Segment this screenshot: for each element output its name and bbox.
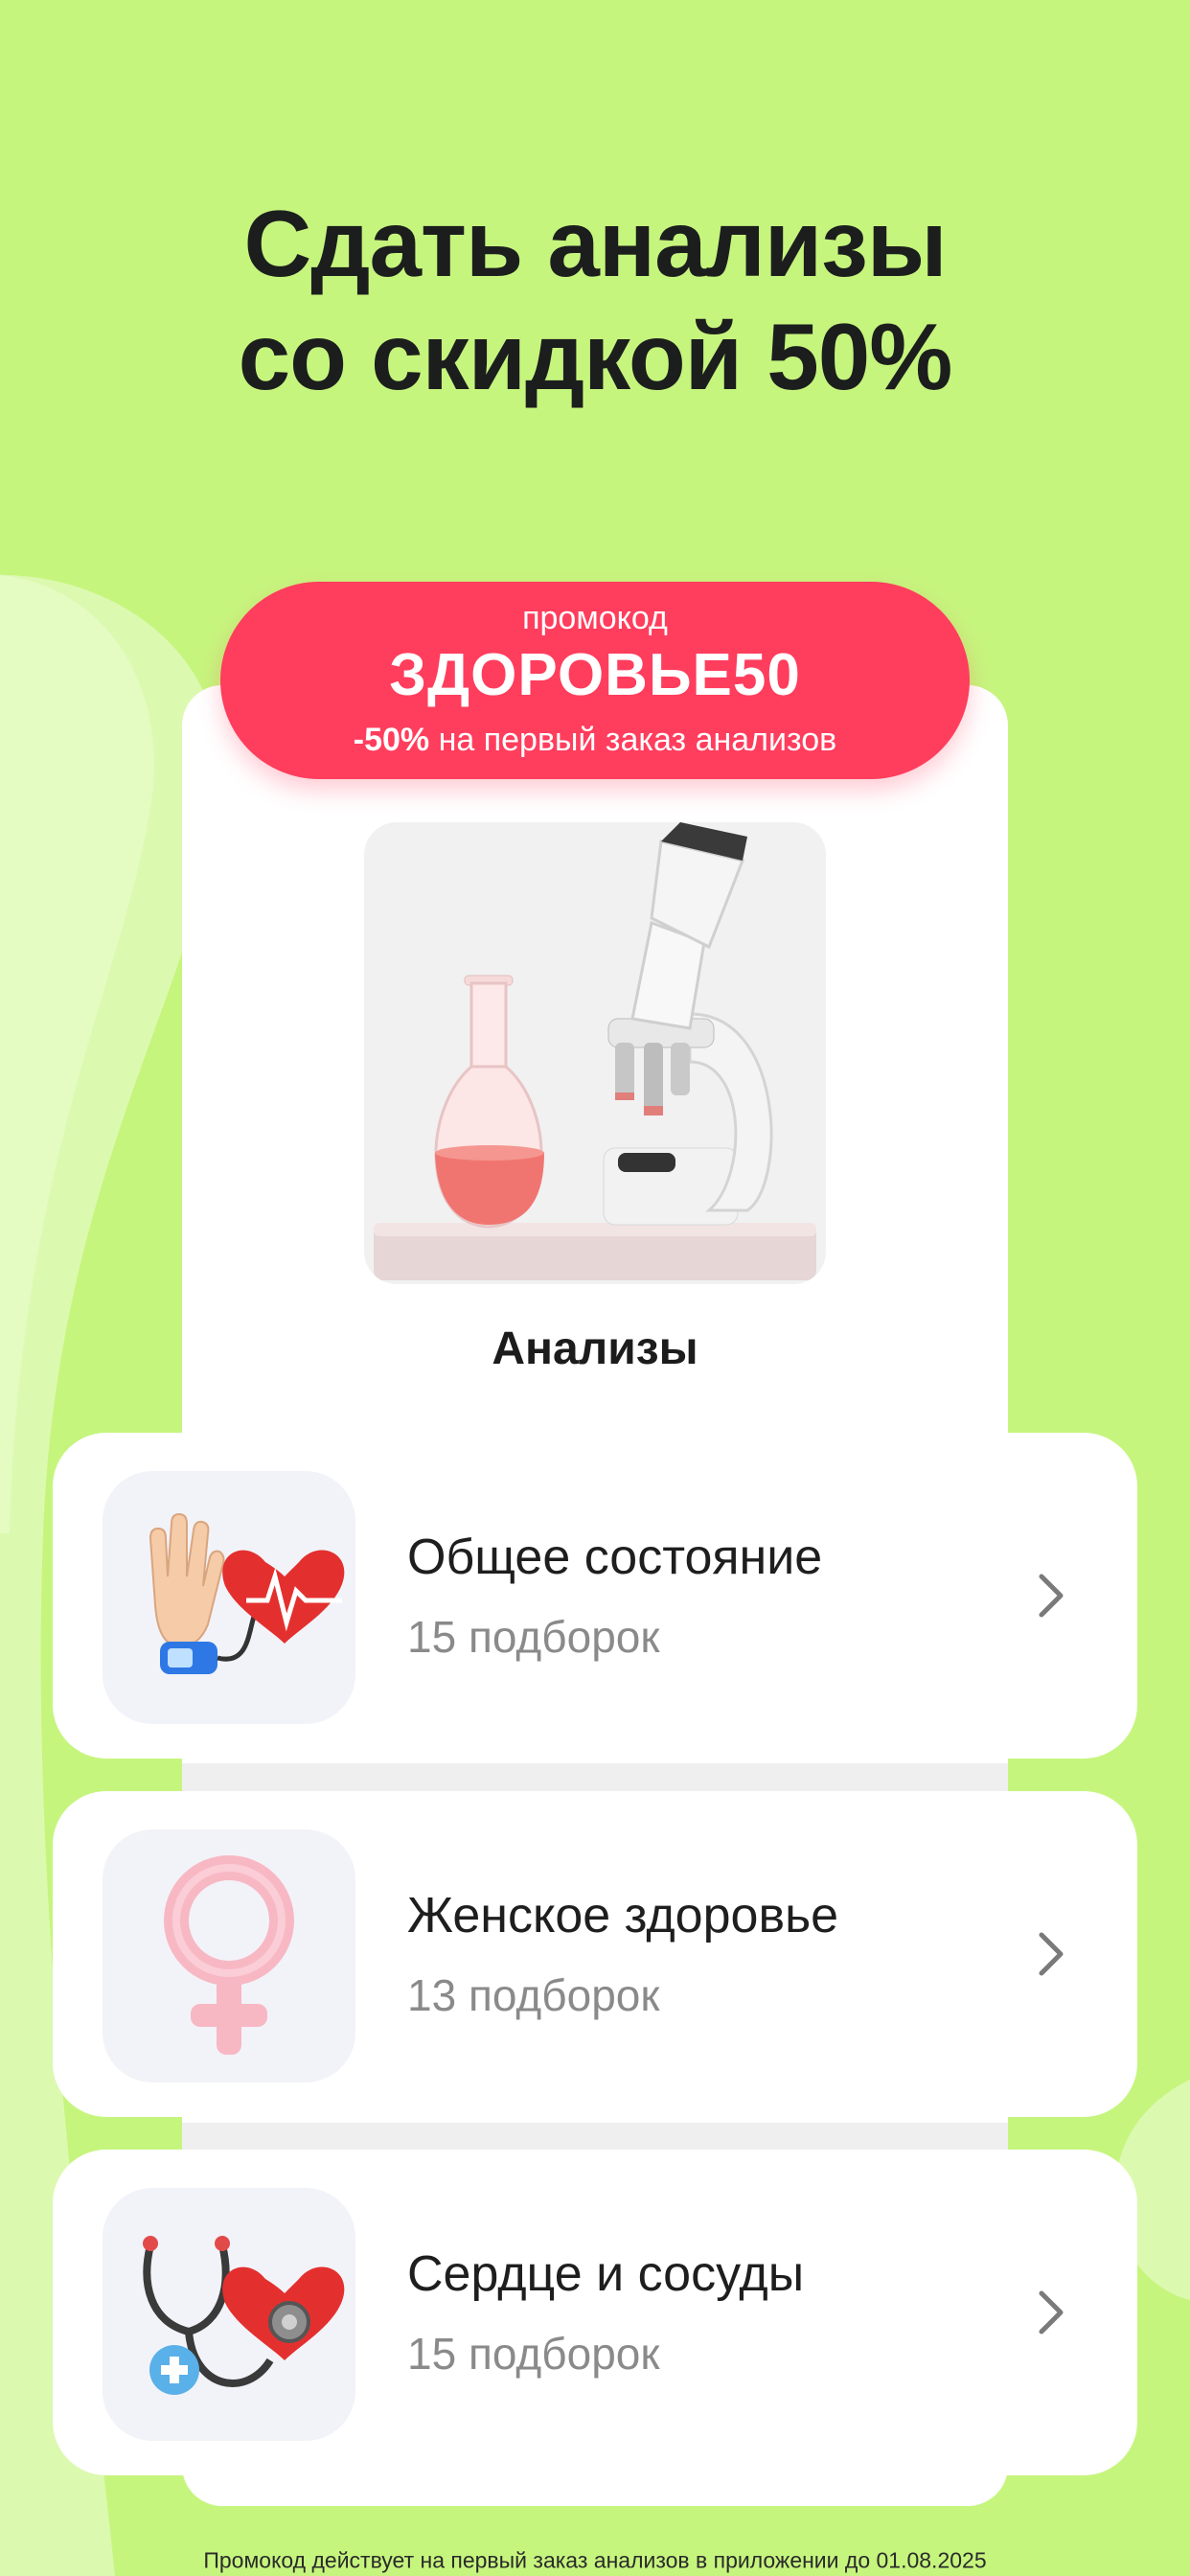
category-subtitle: 15 подборок [407,2329,660,2379]
category-subtitle: 15 подборок [407,1612,660,1662]
hero-title: Анализы [492,1323,698,1374]
page-headline: Сдать анализы со скидкой 50% [0,187,1190,413]
category-title: Общее состояние [407,1530,823,1585]
category-subtitle: 13 подборок [407,1970,660,2020]
promo-discount: -50% [353,722,430,758]
chevron-right-icon [1039,1574,1064,1618]
headline-line-1: Сдать анализы [243,191,947,296]
chevron-right-icon [1039,1932,1064,1976]
promo-description-text: на первый заказ анализов [429,722,837,758]
headline-line-2: со скидкой 50% [238,304,953,409]
stethoscope-heart-icon [103,2188,355,2441]
promo-code-badge[interactable]: промокод ЗДОРОВЬЕ50 -50% на первый заказ… [220,582,970,779]
category-row-womens-health[interactable]: Женское здоровье 13 подборок [53,1791,1137,2117]
microscope-and-flask-illustration [364,822,826,1284]
card-divider-strip [182,1763,1008,1792]
card-divider-strip [182,2123,1008,2151]
female-symbol-icon [103,1829,355,2082]
category-title: Сердце и сосуды [407,2246,805,2302]
promo-code: ЗДОРОВЬЕ50 [389,642,801,708]
promo-footnote: Промокод действует на первый заказ анали… [203,2547,987,2573]
category-title: Женское здоровье [407,1888,839,1944]
category-row-general-health[interactable]: Общее состояние 15 подборок [53,1433,1137,1759]
category-row-heart-vessels[interactable]: Сердце и сосуды 15 подборок [53,2150,1137,2475]
promo-description: -50% на первый заказ анализов [220,722,970,759]
hand-heart-pulse-icon [103,1471,355,1724]
promo-label: промокод [522,600,668,636]
chevron-right-icon [1039,2290,1064,2334]
